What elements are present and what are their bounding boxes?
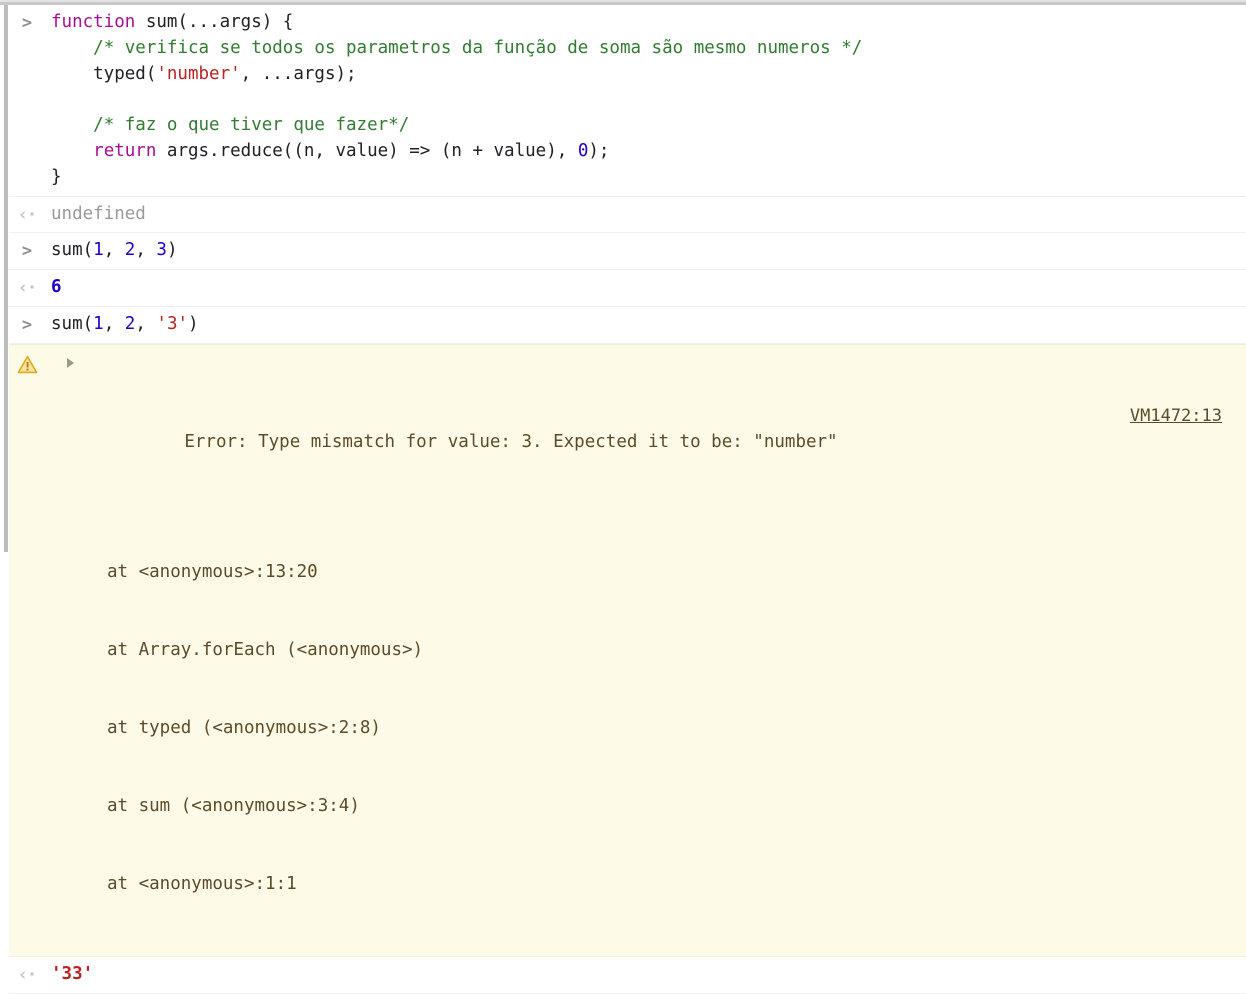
code-token: , — [135, 240, 157, 261]
console-input-code: function sum(...args) { /* verifica se t… — [51, 10, 1246, 191]
result-chevron-icon: ‹· — [17, 204, 37, 225]
stack-frame[interactable]: at sum (<anonymous>:3:4) — [79, 793, 1236, 819]
code-token: '33' — [51, 963, 94, 984]
stack-frame[interactable]: at <anonymous>:1:1 — [79, 871, 1236, 897]
code-token: 'number' — [156, 63, 241, 84]
code-token: 6 — [51, 277, 62, 298]
code-token: 0 — [577, 140, 589, 161]
panel-top-strip-highlight — [0, 0, 1246, 2]
console-input-row[interactable]: > sum(1, 2, 3) — [9, 233, 1246, 271]
warning-triangle-icon — [17, 355, 38, 374]
code-token: 2 — [124, 313, 136, 334]
console-input-code: sum(1, 2, '3') — [51, 312, 1246, 338]
devtools-console-panel: > function sum(...args) { /* verifica se… — [0, 0, 1246, 994]
console-input-row[interactable]: > function sum(...args) { /* verifica se… — [9, 5, 1246, 197]
code-token: 1 — [93, 313, 104, 334]
console-left-scroll-rail[interactable] — [4, 5, 8, 552]
console-input-row[interactable]: > sum(1, 2, '3') — [9, 306, 1246, 344]
stack-frame[interactable]: at typed (<anonymous>:2:8) — [79, 715, 1236, 741]
code-token: } — [51, 166, 62, 187]
console-output-value: undefined — [51, 202, 1246, 228]
code-token: function — [51, 12, 136, 32]
console-error-message-line: Error: Type mismatch for value: 3. Expec… — [79, 403, 1236, 507]
code-token: 3 — [156, 240, 167, 261]
code-token: ) — [166, 240, 178, 261]
stack-frame[interactable]: at Array.forEach (<anonymous>) — [79, 637, 1236, 663]
code-token: '3' — [156, 313, 189, 334]
console-error-message: Error: Type mismatch for value: 3. Expec… — [184, 431, 838, 452]
console-error-row[interactable]: Error: Type mismatch for value: 3. Expec… — [9, 343, 1246, 957]
code-token: , — [103, 313, 125, 334]
code-token: 1 — [93, 240, 104, 261]
console-output-row[interactable]: ‹· 6 — [9, 270, 1246, 307]
expand-triangle-icon[interactable] — [67, 357, 74, 368]
prompt-chevron-icon: > — [21, 314, 33, 335]
console-error-source-link[interactable]: VM1472:13 — [1130, 403, 1222, 429]
code-token: , — [135, 313, 157, 334]
stack-frame[interactable]: at <anonymous>:13:20 — [79, 559, 1236, 585]
code-token: sum(...args) { — [135, 12, 294, 32]
code-token: ) — [188, 313, 199, 334]
code-token: undefined — [51, 203, 146, 224]
code-token: ); — [588, 140, 610, 161]
prompt-chevron-icon: > — [21, 241, 33, 262]
console-message-list: > function sum(...args) { /* verifica se… — [9, 5, 1246, 994]
console-output-value: 6 — [51, 275, 1246, 301]
console-error-body: Error: Type mismatch for value: 3. Expec… — [79, 351, 1246, 949]
prompt-chevron-icon: > — [21, 13, 33, 33]
console-output-row[interactable]: ‹· undefined — [9, 196, 1246, 234]
console-output-value: '33' — [51, 962, 1246, 988]
result-chevron-icon: ‹· — [17, 964, 37, 985]
code-token: return — [93, 140, 157, 161]
code-token: /* faz o que tiver que fazer*/ — [93, 115, 410, 136]
code-token: , — [103, 240, 125, 261]
code-token: sum( — [51, 313, 94, 334]
console-input-code: sum(1, 2, 3) — [51, 238, 1246, 264]
code-token: typed( — [51, 63, 157, 84]
code-token: /* verifica se todos os parametros da fu… — [93, 37, 863, 58]
code-token: , ...args); — [240, 63, 357, 84]
console-output-row[interactable]: ‹· '33' — [9, 956, 1246, 994]
result-chevron-icon: ‹· — [17, 278, 37, 299]
code-token: sum( — [51, 240, 94, 261]
code-token: 2 — [124, 240, 136, 261]
code-token: args.reduce((n, value) => (n + value), — [156, 140, 578, 161]
